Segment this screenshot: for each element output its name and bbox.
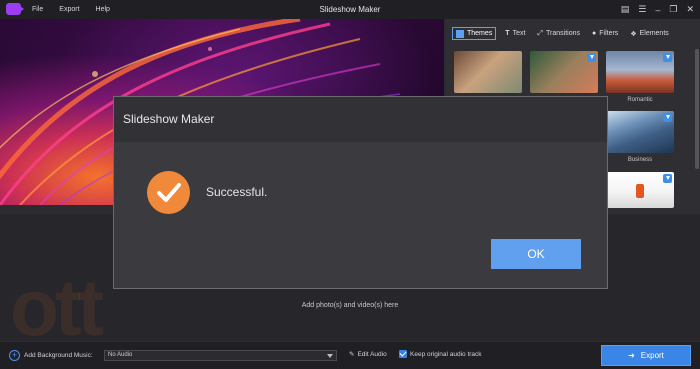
download-icon[interactable] xyxy=(587,53,596,62)
save-icon[interactable]: ▤ xyxy=(621,4,630,15)
bottom-bar: + Add Background Music: No Audio ✎ Edit … xyxy=(0,342,700,369)
dialog-header: Slideshow Maker xyxy=(114,97,607,142)
menu-file[interactable]: File xyxy=(32,6,43,13)
theme-thumb-business[interactable] xyxy=(606,111,674,153)
text-icon: T xyxy=(505,30,510,37)
elements-icon: ❖ xyxy=(630,30,637,38)
add-music-plus-icon[interactable]: + xyxy=(9,350,20,361)
edit-audio-button[interactable]: ✎ Edit Audio xyxy=(349,350,387,359)
audio-select-value: No Audio xyxy=(108,352,133,358)
restore-icon[interactable]: ❐ xyxy=(669,4,677,15)
tab-themes-label: Themes xyxy=(467,30,493,37)
success-check-icon xyxy=(147,171,190,214)
close-icon[interactable]: ✕ xyxy=(686,4,694,15)
resource-tabs: Themes T Text ⤢ Transitions ● Filters ❖ … xyxy=(452,27,672,40)
tab-text[interactable]: T Text xyxy=(502,27,528,40)
menu-bar: File Export Help xyxy=(32,0,110,19)
keep-audio-label: Keep original audio track xyxy=(410,350,482,358)
app-logo-icon xyxy=(6,3,24,15)
tab-filters-label: Filters xyxy=(599,30,619,37)
theme-label-romantic: Romantic xyxy=(627,97,653,103)
menu-icon[interactable]: ☰ xyxy=(638,4,646,15)
title-bar: File Export Help Slideshow Maker ▤ ☰ – ❐… xyxy=(0,0,700,19)
download-icon[interactable] xyxy=(663,113,672,122)
theme-label-business: Business xyxy=(627,157,653,163)
transitions-icon: ⤢ xyxy=(537,29,544,37)
download-icon[interactable] xyxy=(663,174,672,183)
theme-thumb-sport[interactable] xyxy=(606,172,674,208)
download-icon[interactable] xyxy=(663,53,672,62)
themes-icon xyxy=(456,29,464,38)
theme-thumb-romantic[interactable] xyxy=(606,51,674,93)
dialog-message: Successful. xyxy=(206,185,268,199)
ok-button[interactable]: OK xyxy=(491,239,581,269)
tab-text-label: Text xyxy=(512,30,526,37)
success-dialog: Slideshow Maker Successful. OK xyxy=(113,96,608,289)
menu-help[interactable]: Help xyxy=(96,6,110,13)
add-background-music[interactable]: + Add Background Music: xyxy=(9,350,93,361)
theme-thumb-portrait[interactable] xyxy=(454,51,522,93)
panel-scrollbar[interactable] xyxy=(695,49,699,169)
tab-elements[interactable]: ❖ Elements xyxy=(627,27,671,40)
menu-export[interactable]: Export xyxy=(59,6,79,13)
filters-icon: ● xyxy=(592,30,597,37)
checkbox-checked-icon[interactable] xyxy=(399,350,407,358)
minimize-icon[interactable]: – xyxy=(655,5,660,15)
chevron-down-icon xyxy=(327,354,333,358)
skater-figure xyxy=(636,184,644,198)
keep-audio-toggle[interactable]: Keep original audio track xyxy=(399,350,482,358)
export-icon: ➜ xyxy=(628,351,635,360)
export-label: Export xyxy=(640,351,664,360)
theme-thumb-friends[interactable] xyxy=(530,51,598,93)
window-controls: ▤ ☰ – ❐ ✕ xyxy=(621,0,694,19)
export-button[interactable]: ➜ Export xyxy=(601,345,691,366)
bg-music-label: Add Background Music: xyxy=(24,352,93,359)
tab-transitions[interactable]: ⤢ Transitions xyxy=(534,27,583,40)
edit-audio-icon: ✎ xyxy=(349,351,355,358)
audio-select[interactable]: No Audio xyxy=(104,350,337,361)
add-media-hint[interactable]: Add photo(s) and video(s) here xyxy=(0,302,700,309)
tab-themes[interactable]: Themes xyxy=(452,27,497,40)
tab-filters[interactable]: ● Filters xyxy=(589,27,621,40)
tab-elements-label: Elements xyxy=(639,30,669,37)
tab-transitions-label: Transitions xyxy=(546,30,581,37)
edit-audio-label: Edit Audio xyxy=(357,350,387,358)
dialog-title: Slideshow Maker xyxy=(123,112,215,126)
